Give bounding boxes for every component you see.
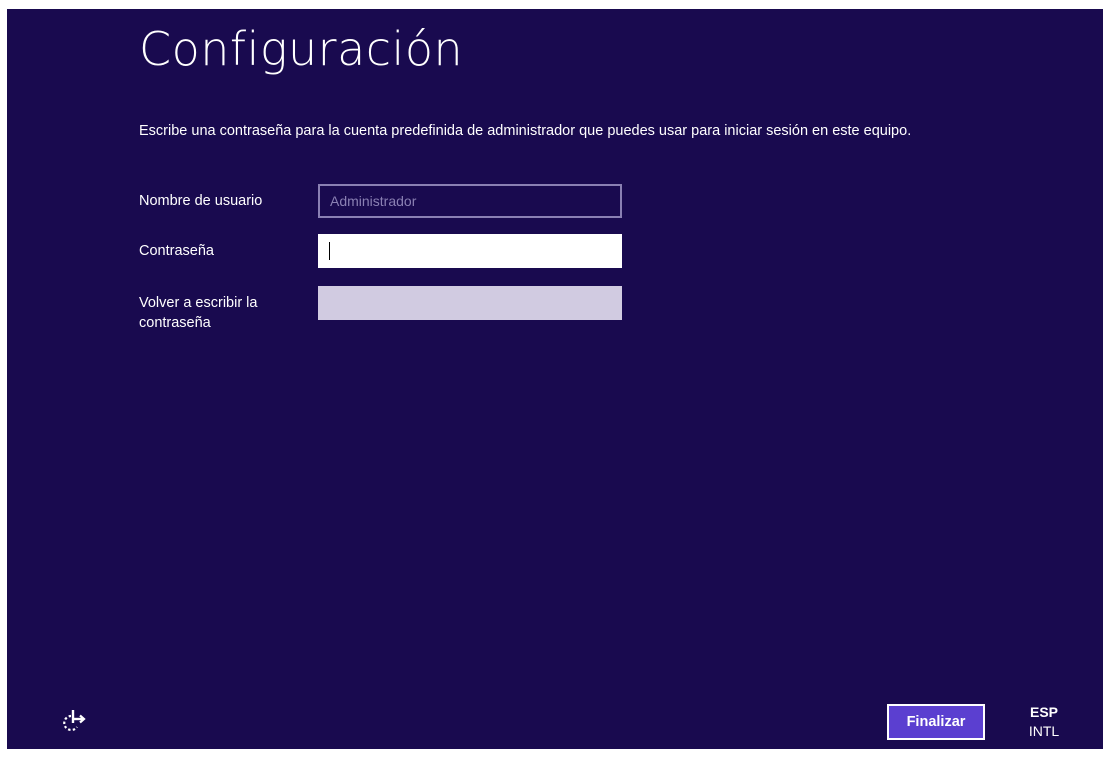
confirm-password-field[interactable]: [318, 286, 622, 320]
language-code: ESP: [1029, 704, 1058, 720]
page-title: Configuración: [139, 22, 464, 76]
password-label: Contraseña: [139, 243, 214, 259]
ease-of-access-icon[interactable]: [61, 707, 89, 735]
language-indicator[interactable]: ESP INTL: [1019, 703, 1069, 741]
username-field: [318, 184, 622, 218]
instructions-text: Escribe una contraseña para la cuenta pr…: [139, 123, 912, 139]
username-label: Nombre de usuario: [139, 193, 263, 209]
ease-of-access-glyph: [63, 710, 86, 732]
text-caret: [329, 242, 330, 260]
finish-button[interactable]: Finalizar: [887, 704, 985, 740]
setup-screen: Configuración Escribe una contraseña par…: [7, 9, 1103, 749]
password-field[interactable]: [318, 234, 622, 268]
keyboard-layout: INTL: [1028, 723, 1060, 739]
confirm-password-label: Volver a escribir la contraseña: [139, 295, 258, 331]
